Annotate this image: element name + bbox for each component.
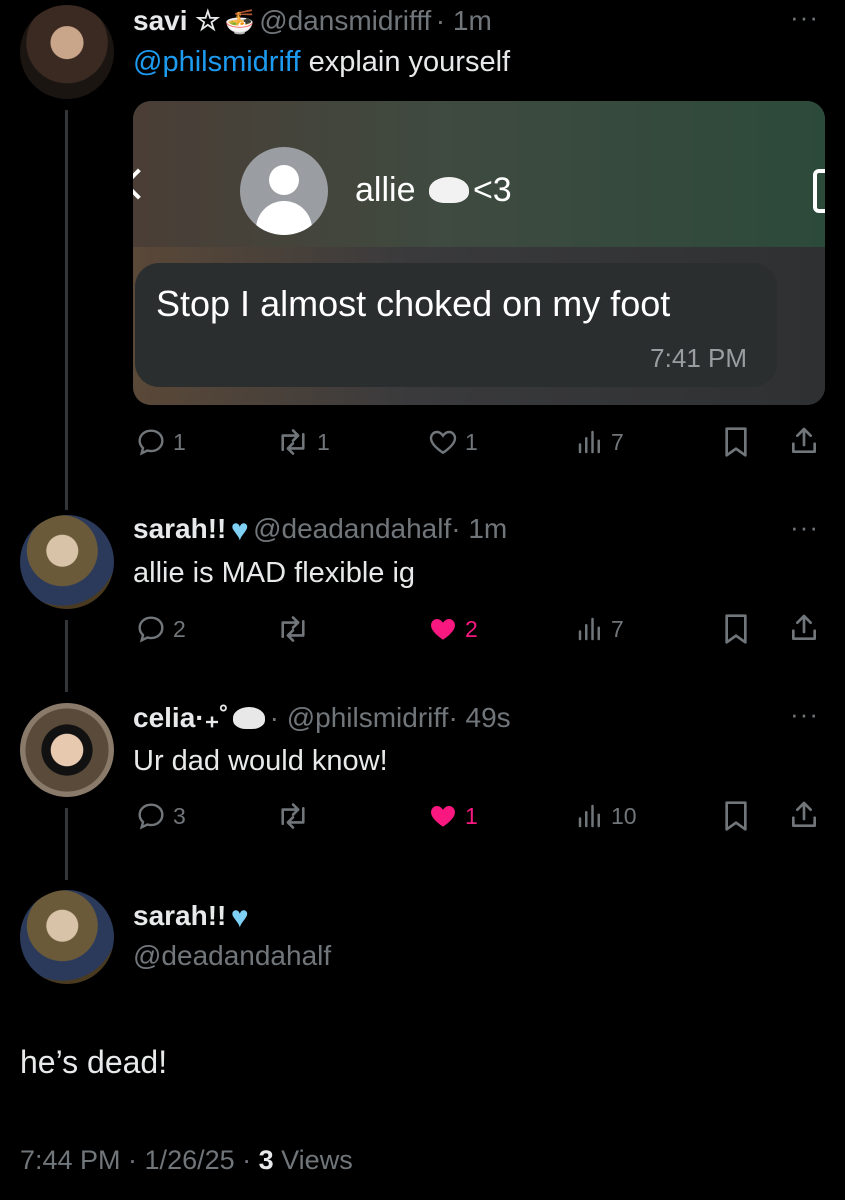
contact-suffix: <3 <box>472 171 512 209</box>
tweet-header: sarah!! ♥ @deadandahalf· 1m <box>133 513 507 548</box>
post-time[interactable]: 7:44 PM · 1/26/25 · <box>20 1145 259 1175</box>
avatar[interactable] <box>20 890 114 984</box>
heart-filled-icon <box>431 619 455 640</box>
avatar[interactable] <box>20 703 114 797</box>
author-handle[interactable]: @deadandahalf <box>133 940 331 972</box>
thread-line <box>65 620 68 692</box>
tweet-text: allie is MAD flexible ig <box>133 557 416 589</box>
bookmark-icon <box>725 427 747 457</box>
bookmark-button[interactable] <box>722 613 750 645</box>
reply-button[interactable]: 1 <box>135 426 186 458</box>
reply-button[interactable]: 2 <box>135 613 186 645</box>
main-tweet-text: he’s dead! <box>20 1044 168 1080</box>
tweet-text: @philsmidriff explain yourself <box>133 46 511 78</box>
like-button[interactable]: 2 <box>427 613 478 645</box>
avatar[interactable] <box>20 5 114 99</box>
analytics-icon <box>578 804 600 828</box>
avatar[interactable] <box>20 515 114 609</box>
views-button[interactable]: 10 <box>575 800 637 832</box>
share-icon <box>792 614 816 640</box>
retweet-icon <box>281 616 305 642</box>
reply-count: 2 <box>173 615 186 642</box>
reply-count: 1 <box>173 428 186 455</box>
author-name[interactable]: sarah!! <box>133 900 226 931</box>
like-button[interactable]: 1 <box>427 800 478 832</box>
analytics-icon <box>578 430 600 454</box>
person-body-icon <box>256 201 312 235</box>
views-count: 3 <box>258 1145 274 1175</box>
timestamp[interactable]: · 1m <box>451 513 507 544</box>
retweet-button[interactable] <box>275 800 311 832</box>
author-handle[interactable]: · @philsmidriff <box>270 702 449 733</box>
heart-icon <box>429 430 457 455</box>
views-count: 7 <box>611 615 624 642</box>
tweet-text: Ur dad would know! <box>133 745 388 777</box>
author-name[interactable]: savi ☆ <box>133 5 220 36</box>
reply-count: 3 <box>173 802 186 829</box>
message-bubble: Stop I almost choked on my foot 7:41 PM <box>135 263 777 387</box>
author-handle[interactable]: @dansmidrifff <box>259 5 431 36</box>
retweet-icon <box>281 803 305 829</box>
views-button[interactable]: 7 <box>575 613 624 645</box>
blue-heart-icon: ♥ <box>230 901 249 934</box>
share-button[interactable] <box>788 424 820 458</box>
attached-image[interactable]: allie <3 Stop I almost choked on my foot… <box>133 101 825 405</box>
message-text: Stop I almost choked on my foot <box>156 283 671 324</box>
views-count: 10 <box>611 802 637 829</box>
mention-link[interactable]: @philsmidriff <box>133 46 301 78</box>
timestamp[interactable]: · 1m <box>436 5 492 36</box>
more-options-icon[interactable]: ··· <box>790 2 819 33</box>
bookmark-icon <box>725 614 747 644</box>
retweet-button[interactable]: 1 <box>275 426 330 458</box>
author-name-row: sarah!! ♥ <box>133 900 249 935</box>
more-options-icon[interactable]: ··· <box>790 699 819 730</box>
person-icon <box>269 165 299 195</box>
contact-title: allie <3 <box>355 171 512 210</box>
contact-avatar <box>240 147 328 235</box>
more-options-icon[interactable]: ··· <box>790 512 819 543</box>
like-count: 1 <box>465 428 478 455</box>
bookmark-button[interactable] <box>722 426 750 458</box>
contact-name: allie <box>355 171 416 209</box>
like-count: 2 <box>465 615 478 642</box>
bookmark-button[interactable] <box>722 800 750 832</box>
reply-icon <box>138 616 164 643</box>
analytics-icon <box>578 617 600 641</box>
reply-icon <box>138 803 164 830</box>
teapot-icon <box>233 707 266 729</box>
like-count: 1 <box>465 802 478 829</box>
reply-button[interactable]: 3 <box>135 800 186 832</box>
like-button[interactable]: 1 <box>427 426 478 458</box>
tweet-header: celia·₊˚ · @philsmidriff· 49s <box>133 701 511 734</box>
heart-filled-icon <box>431 806 455 827</box>
share-icon <box>792 801 816 827</box>
author-name[interactable]: celia·₊˚ <box>133 702 229 733</box>
ramen-emoji: 🍜 <box>224 9 255 36</box>
retweet-button[interactable] <box>275 613 311 645</box>
author-name[interactable]: sarah!! <box>133 513 226 544</box>
blue-heart-icon: ♥ <box>230 514 249 547</box>
views-count: 7 <box>611 428 624 455</box>
teapot-icon <box>428 177 469 203</box>
views-button[interactable]: 7 <box>575 426 624 458</box>
share-button[interactable] <box>788 798 820 832</box>
retweet-icon <box>281 429 305 455</box>
author-handle[interactable]: @deadandahalf <box>253 513 451 544</box>
views-label: Views <box>273 1145 353 1175</box>
video-call-icon[interactable] <box>813 169 825 213</box>
retweet-count: 1 <box>317 428 330 455</box>
timestamp[interactable]: · 49s <box>448 702 510 733</box>
reply-icon <box>138 429 164 456</box>
tweet-meta: 7:44 PM · 1/26/25 · 3 Views <box>20 1145 353 1176</box>
thread-line <box>65 110 68 510</box>
message-time: 7:41 PM <box>650 343 747 373</box>
thread-line <box>65 808 68 880</box>
bookmark-icon <box>725 801 747 831</box>
share-button[interactable] <box>788 611 820 645</box>
tweet-header: savi ☆ 🍜 @dansmidrifff · 1m <box>133 4 492 37</box>
share-icon <box>792 427 816 453</box>
